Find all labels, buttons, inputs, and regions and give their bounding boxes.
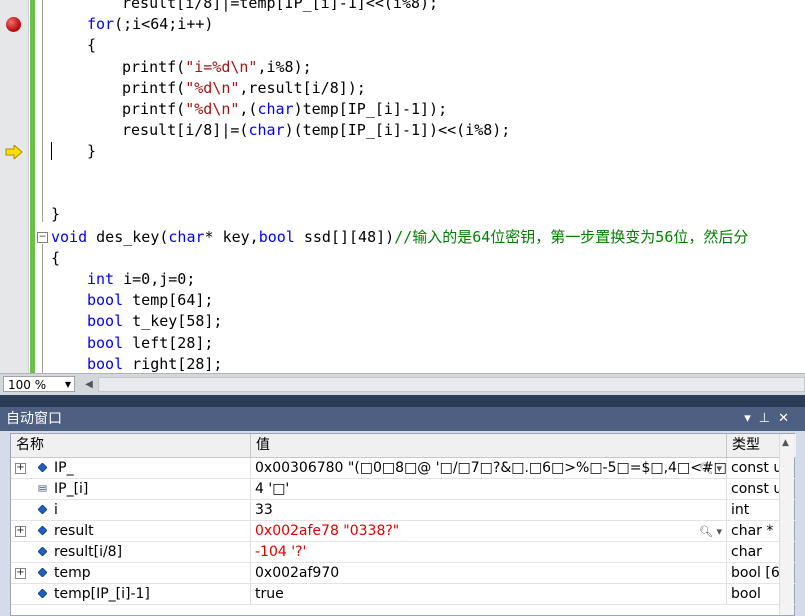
code-line[interactable]: { (87, 35, 96, 56)
visualizer-icon[interactable]: 🔍︎ ▾ (699, 458, 722, 478)
table-row[interactable]: result[i/8] -104 '?' char (11, 542, 796, 563)
code-line[interactable]: bool temp[64]; (87, 290, 213, 311)
variable-icon (38, 568, 47, 577)
value-cell[interactable]: 0x002af970 (251, 563, 727, 583)
value-cell[interactable]: 4 '□' (251, 479, 727, 499)
expand-icon[interactable]: + (15, 463, 26, 474)
variable-icon (38, 589, 47, 598)
visualizer-icon[interactable]: 🔍︎ ▾ (699, 521, 722, 541)
code-line[interactable]: { (51, 248, 60, 269)
table-row[interactable]: + result 0x002afe78 "0338?" 🔍︎ ▾ char * (11, 521, 796, 542)
name-cell[interactable]: + IP_ (11, 458, 251, 478)
editor-bottom-bar: 100 % ▼ ◀ (0, 373, 805, 395)
variable-value: 0x002af970 (255, 565, 340, 581)
code-line[interactable]: } (51, 204, 60, 225)
outline-line (42, 244, 43, 373)
indicator-margin[interactable] (0, 0, 29, 373)
variable-value: -104 '?' (255, 544, 307, 560)
value-cell[interactable]: 0x00306780 "(□0□8□@ '□/□7□?&□.□6□>%□-5□=… (251, 458, 727, 478)
vertical-scrollbar[interactable]: ▲ (779, 434, 794, 615)
column-header-name[interactable]: 名称 (11, 434, 251, 457)
code-line[interactable]: printf("%d\n",result[i/8]); (122, 78, 366, 99)
variable-value: 4 '□' (255, 481, 290, 497)
scroll-up-icon[interactable]: ▲ (782, 438, 789, 448)
code-line[interactable]: printf("%d\n",(char)temp[IP_[i]-1]); (122, 99, 447, 120)
variable-name: result (54, 523, 94, 539)
variable-icon (38, 505, 47, 514)
variable-name: IP_ (54, 460, 74, 476)
dropdown-icon[interactable]: ▾ (744, 411, 759, 426)
expand-icon[interactable]: + (15, 568, 26, 579)
panel-title: 自动窗口 (6, 411, 62, 427)
value-cell[interactable]: true (251, 584, 727, 604)
variable-value: 33 (255, 502, 273, 518)
close-icon[interactable]: ✕ (778, 411, 797, 426)
variable-name: result[i/8] (54, 544, 123, 560)
code-line[interactable]: bool left[28]; (87, 333, 213, 354)
expand-icon[interactable]: + (15, 526, 26, 537)
code-editor[interactable]: − result[i/8]|=temp[IP_[i]-1]<<(i%8); fo… (0, 0, 805, 373)
table-row[interactable]: temp[IP_[i]-1] true bool (11, 584, 796, 605)
variable-name: temp (54, 565, 91, 581)
table-row[interactable]: i 33 int (11, 500, 796, 521)
variable-icon (38, 547, 47, 556)
variable-name: temp[IP_[i]-1] (54, 586, 150, 602)
chevron-down-icon: ▼ (64, 380, 71, 389)
outline-line (42, 0, 43, 222)
code-line[interactable]: void des_key(char* key,bool ssd[][48])//… (51, 227, 748, 248)
name-cell[interactable]: i (11, 500, 251, 520)
table-row[interactable]: + temp 0x002af970 bool [6 (11, 563, 796, 584)
scroll-left-icon[interactable]: ◀ (82, 377, 96, 392)
breakpoint-icon[interactable] (6, 17, 21, 32)
horizontal-scrollbar[interactable] (98, 377, 805, 392)
code-line[interactable]: } (87, 141, 96, 162)
code-line[interactable]: bool right[28]; (87, 354, 222, 373)
value-cell[interactable]: -104 '?' (251, 542, 727, 562)
variable-value: true (255, 586, 284, 602)
variable-name: i (54, 502, 58, 518)
variable-value: 0x00306780 "(□0□8□@ '□/□7□?&□.□6□>%□-5□=… (255, 460, 727, 476)
value-cell[interactable]: 33 (251, 500, 727, 520)
code-line[interactable]: for(;i<64;i++) (87, 14, 213, 35)
value-cell[interactable]: 0x002afe78 "0338?" 🔍︎ ▾ (251, 521, 727, 541)
name-cell[interactable]: IP_[i] (11, 479, 251, 499)
field-icon (38, 485, 47, 492)
table-row[interactable]: + IP_ 0x00306780 "(□0□8□@ '□/□7□?&□.□6□>%□… (11, 458, 796, 479)
collapse-icon[interactable]: − (37, 232, 48, 243)
name-cell[interactable]: + result (11, 521, 251, 541)
code-line[interactable]: result[i/8]|=temp[IP_[i]-1]<<(i%8); (122, 0, 438, 14)
variables-grid[interactable]: 名称 值 类型 + IP_ 0x00306780 "(□0□8□@ '□/□7□?&… (10, 433, 796, 616)
name-cell[interactable]: result[i/8] (11, 542, 251, 562)
code-line[interactable]: result[i/8]|=(char)(temp[IP_[i]-1])<<(i%… (122, 120, 510, 141)
pin-icon[interactable]: ⊥ (759, 411, 778, 426)
current-statement-arrow-icon (5, 145, 23, 159)
variable-icon (38, 526, 47, 535)
code-line[interactable]: printf("i=%d\n",i%8); (122, 57, 312, 78)
panel-splitter[interactable] (0, 395, 805, 407)
autos-window-titlebar: 自动窗口 ▾⊥✕ (0, 407, 805, 431)
table-row[interactable]: IP_[i] 4 '□' const u (11, 479, 796, 500)
zoom-dropdown[interactable]: 100 % ▼ (3, 376, 75, 392)
variable-icon (38, 463, 47, 472)
code-line[interactable]: bool t_key[58]; (87, 311, 222, 332)
name-cell[interactable]: + temp (11, 563, 251, 583)
variable-value: 0x002afe78 "0338?" (255, 523, 400, 539)
variable-name: IP_[i] (54, 481, 89, 497)
code-line[interactable]: int i=0,j=0; (87, 269, 195, 290)
column-header-value[interactable]: 值 (251, 434, 727, 457)
zoom-value: 100 % (8, 378, 47, 392)
name-cell[interactable]: temp[IP_[i]-1] (11, 584, 251, 604)
text-caret (51, 142, 52, 160)
grid-header: 名称 值 类型 (11, 434, 796, 458)
change-tracking-bar (30, 0, 35, 373)
